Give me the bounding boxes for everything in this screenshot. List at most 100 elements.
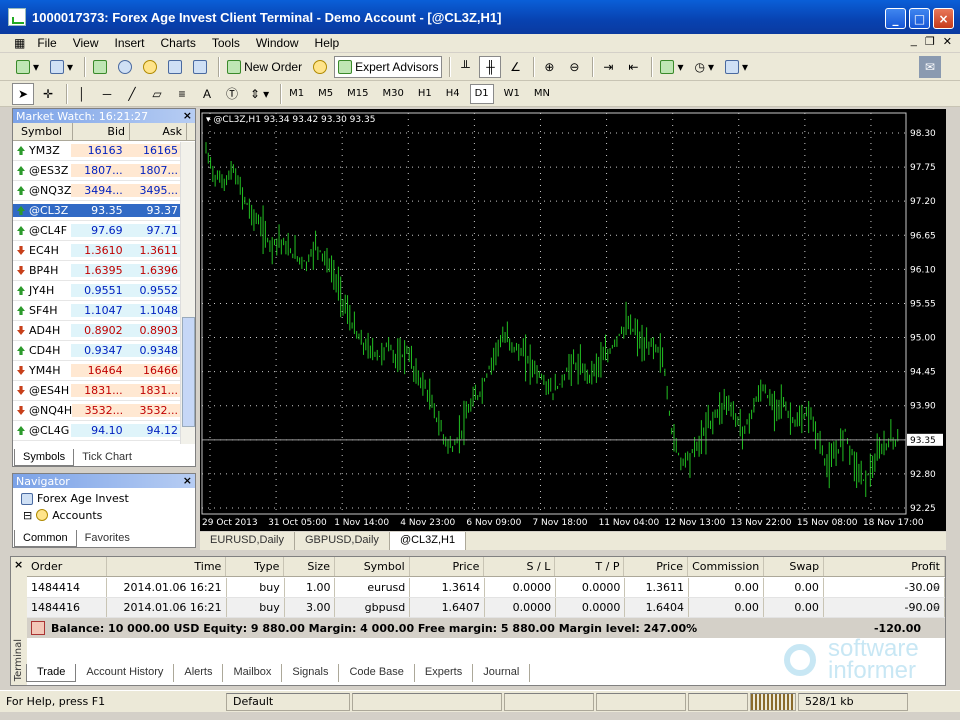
chart-window[interactable]: 98.30 97.75 97.20 96.65 96.10 95.55 95.00 94.45… (200, 109, 946, 531)
chart-tab-cl3z[interactable]: @CL3Z,H1 (389, 532, 467, 550)
horizontal-line-tool[interactable]: ─ (96, 83, 118, 105)
col-s-l[interactable]: S / L (484, 557, 556, 576)
fibonacci-tool[interactable]: ≡ (171, 83, 193, 105)
chart-tab-gbpusd[interactable]: GBPUSD,Daily (295, 532, 390, 550)
close-order-icon[interactable]: × (932, 601, 941, 614)
close-order-icon[interactable]: × (932, 581, 941, 594)
close-button[interactable]: × (933, 8, 954, 29)
navigator-item-root[interactable]: Forex Age Invest (13, 488, 195, 506)
candle-chart-button[interactable]: ╫ (479, 55, 502, 78)
col-type[interactable]: Type (226, 557, 285, 576)
market-watch-row[interactable]: @CL4F 97.69 97.71 (13, 221, 182, 241)
metaeditor-button[interactable] (309, 56, 331, 78)
col-profit[interactable]: Profit (824, 557, 945, 576)
market-watch-button[interactable] (89, 56, 111, 78)
autoscroll-button[interactable]: ⇥ (597, 56, 619, 78)
tab-experts[interactable]: Experts (415, 664, 474, 682)
label-tool[interactable]: Ⓣ (221, 83, 243, 105)
tester-button[interactable] (189, 56, 211, 78)
navigator-item-accounts[interactable]: ⊟ Accounts (13, 506, 195, 524)
market-watch-scrollbar[interactable] (180, 142, 195, 444)
collapse-icon[interactable]: ⊟ (23, 509, 32, 522)
periods-button[interactable]: ◷ ▾ (690, 56, 718, 78)
bar-chart-button[interactable]: ╨ (454, 56, 476, 78)
menu-window[interactable]: Window (248, 36, 307, 50)
market-watch-row[interactable]: @NQ3Z 3494... 3495... (13, 181, 182, 201)
menu-file[interactable]: File (29, 36, 64, 50)
arrows-tool[interactable]: ⇕ ▾ (246, 83, 273, 105)
menu-insert[interactable]: Insert (106, 36, 152, 50)
tab-code-base[interactable]: Code Base (339, 664, 415, 682)
col-size[interactable]: Size (284, 557, 335, 576)
chat-button[interactable]: ✉ (919, 55, 941, 78)
order-row[interactable]: 1484416 2014.01.06 16:21 buy 3.00 gbpusd 1.64… (27, 598, 945, 618)
data-window-button[interactable] (114, 56, 136, 78)
navigator-button[interactable] (139, 56, 161, 78)
timeframe-m15[interactable]: M15 (343, 84, 372, 104)
menu-view[interactable]: View (65, 36, 107, 50)
timeframe-m30[interactable]: M30 (378, 84, 407, 104)
tab-tick-chart[interactable]: Tick Chart (74, 449, 140, 466)
chart-tab-eurusd[interactable]: EURUSD,Daily (200, 532, 295, 550)
col-commission[interactable]: Commission (688, 557, 765, 576)
cursor-tool[interactable]: ➤ (12, 82, 34, 105)
col-bid[interactable]: Bid (73, 123, 130, 140)
crosshair-tool[interactable]: ✛ (37, 83, 59, 105)
trendline-tool[interactable]: ╱ (121, 83, 143, 105)
market-watch-row[interactable]: YM3Z 16163 16165 (13, 141, 182, 161)
text-tool[interactable]: A (196, 83, 218, 105)
indicators-button[interactable]: ▾ (656, 56, 687, 78)
timeframe-w1[interactable]: W1 (500, 84, 524, 104)
tab-mailbox[interactable]: Mailbox (223, 664, 283, 682)
tab-favorites[interactable]: Favorites (77, 530, 138, 547)
menu-charts[interactable]: Charts (153, 36, 204, 50)
line-chart-button[interactable]: ∠ (504, 56, 526, 78)
order-row[interactable]: 1484414 2014.01.06 16:21 buy 1.00 eurusd 1.36… (27, 578, 945, 598)
tab-symbols[interactable]: Symbols (14, 449, 75, 466)
menu-help[interactable]: Help (307, 36, 348, 50)
minimize-button[interactable]: _ (885, 8, 906, 29)
zoom-in-button[interactable]: ⊕ (538, 56, 560, 78)
market-watch-row[interactable]: @NQ4H 3532... 3532... (13, 401, 182, 421)
market-watch-row[interactable]: BP4H 1.6395 1.6396 (13, 261, 182, 281)
col-ask[interactable]: Ask (130, 123, 187, 140)
tab-account-history[interactable]: Account History (76, 664, 175, 682)
doc-minimize-button[interactable]: _ (911, 35, 917, 48)
close-icon[interactable]: × (14, 558, 23, 571)
timeframe-m1[interactable]: M1 (285, 84, 308, 104)
timeframe-h4[interactable]: H4 (442, 84, 464, 104)
market-watch-row[interactable]: @CL3Z 93.35 93.37 (13, 201, 182, 221)
templates-button[interactable]: ▾ (721, 56, 752, 78)
tab-journal[interactable]: Journal (473, 664, 531, 682)
new-chart-button[interactable]: ▾ (12, 56, 43, 78)
timeframe-h1[interactable]: H1 (414, 84, 436, 104)
zoom-out-button[interactable]: ⊖ (563, 56, 585, 78)
terminal-button[interactable] (164, 56, 186, 78)
close-icon[interactable]: × (183, 474, 192, 487)
profiles-button[interactable]: ▾ (46, 56, 77, 78)
col-price[interactable]: Price (410, 557, 485, 576)
col-order[interactable]: Order (27, 557, 108, 576)
market-watch-row[interactable]: @CL4G 94.10 94.12 (13, 421, 182, 441)
col-symbol[interactable]: Symbol (13, 123, 73, 140)
expert-advisors-button[interactable]: Expert Advisors (334, 55, 443, 78)
close-icon[interactable]: × (183, 109, 192, 122)
market-watch-row[interactable]: @ES4H 1831... 1831... (13, 381, 182, 401)
timeframe-m5[interactable]: M5 (314, 84, 337, 104)
tab-trade[interactable]: Trade (26, 664, 77, 682)
market-watch-row[interactable]: JY4H 0.9551 0.9552 (13, 281, 182, 301)
col-symbol[interactable]: Symbol (335, 557, 410, 576)
menu-tools[interactable]: Tools (204, 36, 248, 50)
timeframe-d1[interactable]: D1 (469, 83, 494, 104)
tab-signals[interactable]: Signals (282, 664, 340, 682)
market-watch-row[interactable]: SF4H 1.1047 1.1048 (13, 301, 182, 321)
market-watch-row[interactable]: EC4H 1.3610 1.3611 (13, 241, 182, 261)
col-t-p[interactable]: T / P (555, 557, 625, 576)
chart-shift-button[interactable]: ⇤ (622, 56, 644, 78)
col-swap[interactable]: Swap (764, 557, 825, 576)
market-watch-row[interactable]: YM4H 16464 16466 (13, 361, 182, 381)
menu-doc-icon[interactable]: ▦ (0, 36, 29, 50)
market-watch-row[interactable]: AD4H 0.8902 0.8903 (13, 321, 182, 341)
channel-tool[interactable]: ▱ (146, 83, 168, 105)
price-chart[interactable]: 98.30 97.75 97.20 96.65 96.10 95.55 95.00 94.45… (200, 109, 946, 531)
